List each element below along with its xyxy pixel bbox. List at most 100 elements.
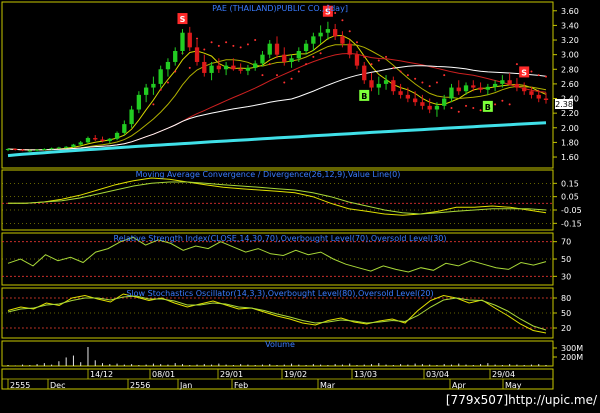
sar-dot bbox=[414, 77, 417, 80]
sar-dot bbox=[152, 103, 155, 106]
stochastic-ytick-label: 80 bbox=[561, 294, 571, 303]
candle-body bbox=[253, 63, 258, 68]
buy-signal-label: B bbox=[361, 92, 367, 101]
candle-body bbox=[27, 150, 32, 152]
candle-body bbox=[42, 148, 47, 150]
candle-body bbox=[362, 65, 367, 81]
candle-body bbox=[492, 83, 498, 87]
x-tick-label: 03/04 bbox=[426, 370, 449, 379]
candle-body bbox=[78, 142, 83, 145]
candle-body bbox=[93, 138, 98, 140]
stochastic-ytick-label: 50 bbox=[561, 309, 571, 318]
price-ytick-label: 2.00 bbox=[561, 124, 579, 133]
x-tick-label: 29/04 bbox=[492, 370, 515, 379]
candle-body bbox=[56, 147, 62, 149]
sell-signal-label: S bbox=[521, 68, 527, 77]
sar-dot bbox=[239, 46, 242, 49]
ma-mid-line bbox=[7, 44, 547, 151]
candle-body bbox=[318, 32, 323, 37]
sar-dot bbox=[261, 74, 264, 77]
macd-ytick-label: 0.05 bbox=[561, 193, 579, 202]
candle-body bbox=[478, 87, 483, 90]
candle-body bbox=[107, 138, 112, 141]
price-ytick-label: 1.60 bbox=[561, 153, 579, 162]
candle-body bbox=[49, 148, 54, 150]
candle-body bbox=[434, 105, 440, 110]
sar-dot bbox=[443, 74, 446, 77]
sar-dot bbox=[305, 63, 308, 66]
candle-body bbox=[398, 91, 403, 95]
candle-body bbox=[296, 50, 301, 59]
sar-dot bbox=[283, 81, 286, 84]
candle-body bbox=[543, 98, 549, 100]
candle-body bbox=[514, 83, 520, 88]
sar-dot bbox=[479, 109, 482, 112]
candle-body bbox=[34, 149, 40, 151]
x-tick-label: Jan bbox=[179, 381, 192, 390]
x-tick-label: 29/01 bbox=[220, 370, 243, 379]
grid-lines bbox=[2, 183, 553, 329]
candle-body bbox=[114, 132, 120, 139]
ma-red-line bbox=[7, 52, 547, 151]
sar-dot bbox=[377, 59, 380, 62]
sar-dot bbox=[196, 37, 199, 40]
candle-body bbox=[347, 43, 352, 55]
sar-dot bbox=[450, 107, 453, 110]
sar-dot bbox=[545, 75, 547, 78]
candle-body bbox=[529, 91, 534, 95]
candle-body bbox=[405, 94, 411, 99]
macd-title: Moving Average Convergence / Divergence(… bbox=[136, 170, 401, 179]
price-ytick-label: 1.80 bbox=[561, 138, 579, 147]
candle-body bbox=[165, 61, 171, 70]
candle-body bbox=[151, 83, 156, 88]
macd-ytick-label: -0.05 bbox=[561, 206, 582, 215]
macd-series-line bbox=[8, 181, 547, 215]
sar-dot bbox=[435, 81, 438, 84]
candle-body bbox=[180, 32, 185, 51]
price-ytick-label: 3.40 bbox=[561, 21, 579, 30]
candle-body bbox=[500, 80, 505, 84]
candle-body bbox=[122, 124, 127, 133]
sar-dot bbox=[428, 85, 431, 88]
stochastic-title: Slow Stochastics Oscillator(14,3,3),Over… bbox=[126, 289, 433, 298]
sar-dot bbox=[530, 70, 533, 73]
candle-body bbox=[158, 69, 163, 84]
sar-dot bbox=[254, 39, 257, 42]
candle-body bbox=[71, 144, 76, 147]
stock-chart: SSBBS 1.601.802.002.202.402.602.803.003.… bbox=[0, 0, 600, 409]
candle-body bbox=[420, 102, 425, 106]
watermark: [779x507]http://upic.me/ bbox=[446, 393, 598, 407]
rsi-title: Relative Strength Index(CLOSE,14,30,70),… bbox=[114, 234, 447, 243]
sar-dot bbox=[319, 52, 322, 55]
sar-dot bbox=[159, 88, 162, 91]
sar-dot bbox=[348, 30, 351, 33]
last-price-label: 2.38 bbox=[555, 100, 573, 109]
x-tick-label: 08/01 bbox=[152, 370, 175, 379]
sar-dot bbox=[457, 110, 460, 113]
x-tick-label: 19/02 bbox=[284, 370, 307, 379]
candle-body bbox=[383, 80, 389, 84]
candle-body bbox=[260, 54, 265, 64]
candle-body bbox=[311, 36, 316, 44]
sar-dot bbox=[232, 44, 235, 47]
candle-body bbox=[194, 47, 200, 62]
volume-title: Volume bbox=[265, 340, 295, 349]
sar-dot bbox=[312, 55, 315, 58]
x-tick-label: 2556 bbox=[130, 381, 150, 390]
candle-body bbox=[136, 94, 142, 110]
sar-dot bbox=[406, 74, 409, 77]
sar-dot bbox=[217, 44, 220, 47]
candle-body bbox=[522, 87, 527, 92]
sar-dot bbox=[341, 19, 344, 22]
panel-frame-price bbox=[1, 1, 554, 169]
candle-body bbox=[209, 65, 214, 73]
sar-dot bbox=[210, 41, 213, 44]
rsi-ytick-label: 70 bbox=[561, 238, 571, 247]
panel-frame-macd bbox=[1, 169, 554, 231]
candle-body bbox=[471, 85, 476, 88]
candle-body bbox=[274, 43, 280, 55]
candle-body bbox=[223, 65, 229, 70]
candle-body bbox=[485, 86, 490, 90]
sar-dot bbox=[392, 66, 395, 69]
candle-body bbox=[20, 149, 25, 151]
